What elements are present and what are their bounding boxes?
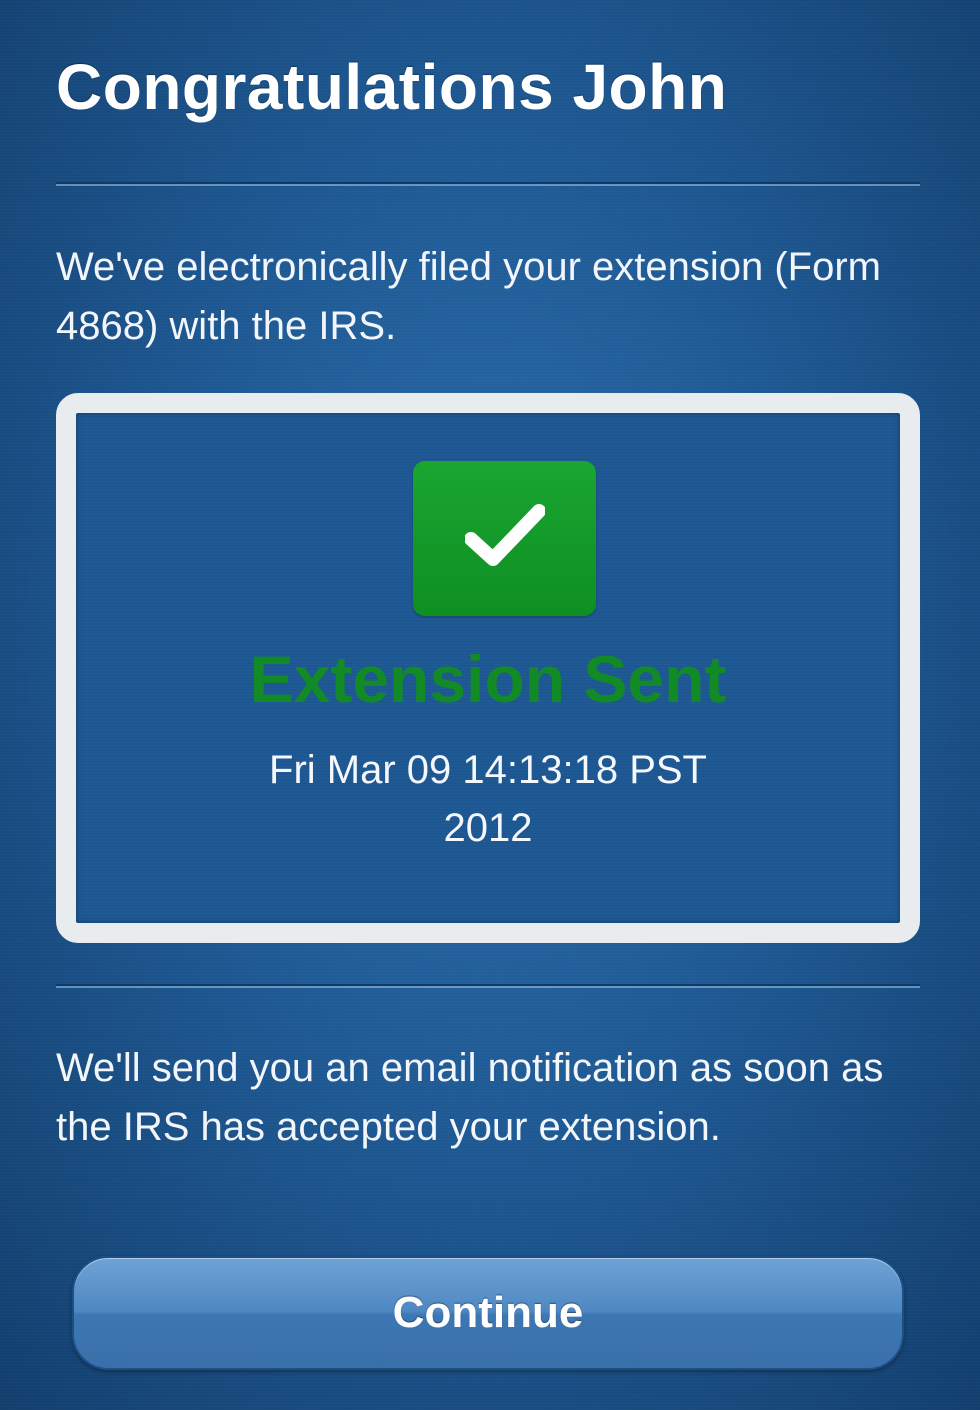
top-divider bbox=[56, 182, 920, 186]
extension-confirmation-screen: Congratulations John We've electronicall… bbox=[0, 0, 980, 1410]
intro-message: We've electronically filed your extensio… bbox=[56, 245, 881, 348]
status-timestamp-line2: 2012 bbox=[443, 806, 533, 850]
status-panel: Extension Sent Fri Mar 09 14:13:18 PST 2… bbox=[56, 393, 920, 943]
page-title: Congratulations John bbox=[56, 51, 728, 123]
email-notice: We'll send you an email notification as … bbox=[56, 1046, 884, 1149]
bottom-divider bbox=[56, 984, 920, 988]
status-label: Extension Sent bbox=[249, 642, 727, 716]
status-timestamp-line1: Fri Mar 09 14:13:18 PST bbox=[269, 748, 707, 792]
status-timestamp: Fri Mar 09 14:13:18 PST 2012 bbox=[76, 741, 900, 857]
checkmark-icon bbox=[413, 461, 596, 616]
continue-button[interactable]: Continue bbox=[72, 1256, 904, 1370]
